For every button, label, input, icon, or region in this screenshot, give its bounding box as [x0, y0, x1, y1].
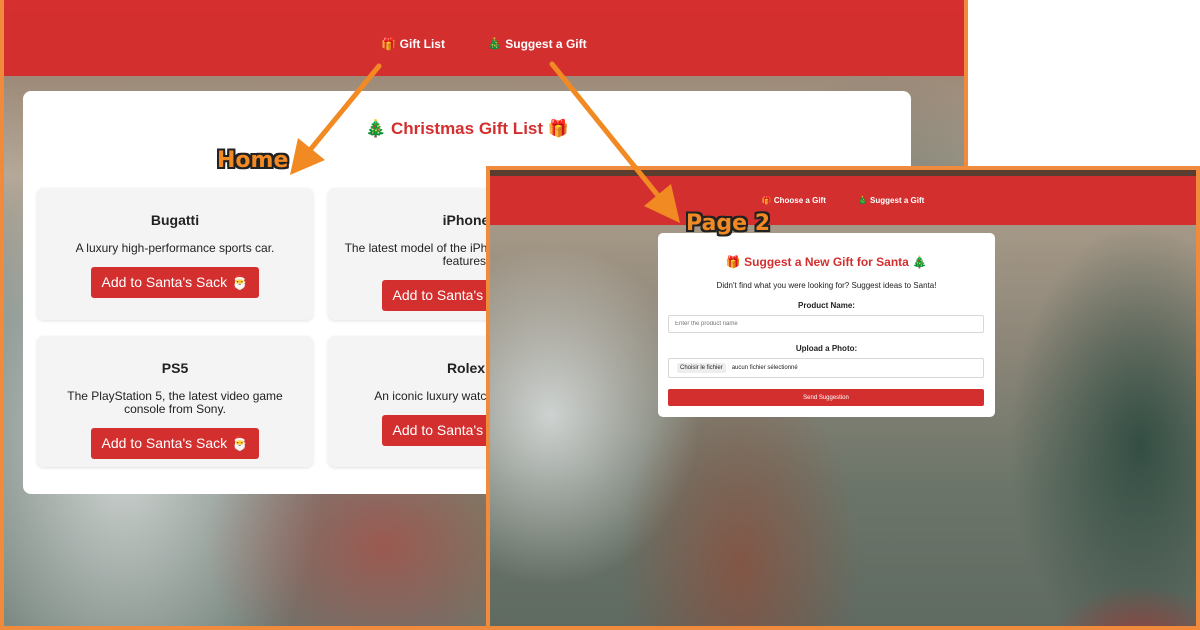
suggest-window: 🎁 Choose a Gift 🎄 Suggest a Gift 🎁 Sugge… — [486, 166, 1200, 630]
product-name-label: Product Name: — [798, 301, 855, 310]
photo-file-input[interactable]: Choisir le fichier aucun fichier sélecti… — [668, 358, 984, 378]
form-subtitle: Didn't find what you were looking for? S… — [716, 281, 937, 290]
page2-callout: Page 2 — [686, 211, 771, 236]
nav-suggest-gift[interactable]: 🎄 Suggest a Gift — [487, 37, 587, 51]
home-navbar: 🎁 Gift List 🎄 Suggest a Gift — [4, 12, 964, 76]
product-name-input[interactable] — [668, 315, 984, 333]
gift-name: PS5 — [161, 360, 189, 376]
page-title: 🎄 Christmas Gift List 🎁 — [365, 119, 569, 138]
file-status: aucun fichier sélectionné — [731, 365, 798, 371]
home-callout: Home — [217, 148, 289, 173]
nav-gift-list[interactable]: 🎁 Gift List — [381, 37, 445, 51]
nav-choose-gift[interactable]: 🎁 Choose a Gift — [762, 196, 826, 205]
gift-card-bugatti: Bugatti A luxury high-performance sports… — [37, 188, 313, 320]
nav-suggest-gift[interactable]: 🎄 Suggest a Gift — [858, 196, 924, 205]
suggest-form-card: 🎁 Suggest a New Gift for Santa 🎄 Didn't … — [658, 233, 995, 417]
form-title: 🎁 Suggest a New Gift for Santa 🎄 — [725, 255, 928, 269]
add-to-sack-button[interactable]: Add to Santa's Sack 🎅 — [90, 428, 260, 459]
send-suggestion-button[interactable]: Send Suggestion — [668, 389, 984, 406]
suggest-navbar: 🎁 Choose a Gift 🎄 Suggest a Gift — [490, 176, 1196, 225]
gift-description: A luxury high-performance sports car. — [75, 241, 275, 255]
gift-description: The PlayStation 5, the latest video game… — [67, 389, 283, 416]
upload-photo-label: Upload a Photo: — [795, 344, 858, 353]
gift-name: Bugatti — [150, 212, 200, 228]
gift-card-ps5: PS5 The PlayStation 5, the latest video … — [37, 336, 313, 467]
add-to-sack-button[interactable]: Add to Santa's Sack 🎅 — [90, 267, 260, 298]
window-top-strip — [4, 0, 964, 12]
choose-file-button[interactable]: Choisir le fichier — [677, 363, 726, 373]
